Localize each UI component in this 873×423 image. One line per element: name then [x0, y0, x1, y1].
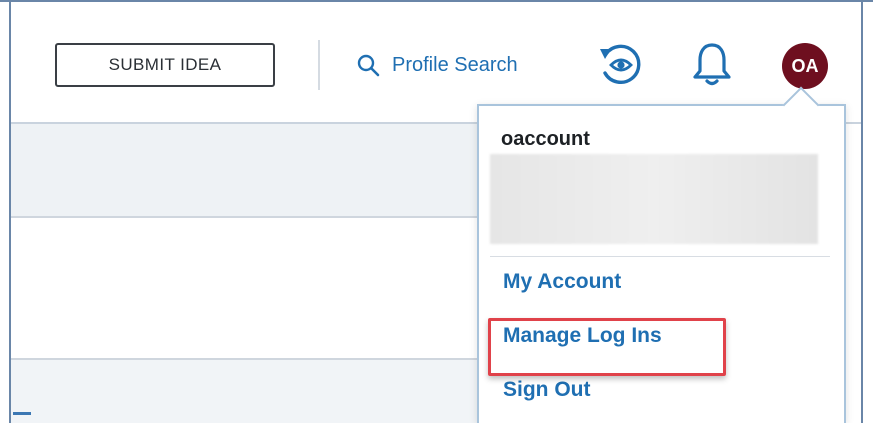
menu-username: oaccount — [501, 128, 590, 150]
user-avatar[interactable]: OA — [782, 43, 828, 89]
menu-item-my-account[interactable]: My Account — [503, 270, 621, 294]
profile-search-link[interactable]: Profile Search — [356, 48, 518, 82]
profile-search-label: Profile Search — [392, 53, 518, 76]
redacted-user-details — [490, 154, 818, 244]
search-icon — [357, 54, 380, 77]
highlight-annotation-box — [488, 318, 726, 376]
page-lower-band — [11, 360, 481, 423]
submit-idea-button[interactable]: SUBMIT IDEA — [55, 43, 275, 87]
bell-icon[interactable] — [690, 40, 734, 88]
header-vertical-divider — [318, 40, 320, 90]
menu-item-sign-out[interactable]: Sign Out — [503, 378, 591, 402]
recently-viewed-icon[interactable] — [596, 40, 646, 90]
menu-separator — [490, 256, 830, 257]
page-divider — [11, 216, 481, 218]
app-window: SUBMIT IDEA Profile Search OA oaccount M… — [0, 0, 873, 423]
page-toolbar-band — [11, 124, 481, 216]
window-right-border — [861, 2, 863, 423]
partial-content-edge — [13, 412, 31, 423]
